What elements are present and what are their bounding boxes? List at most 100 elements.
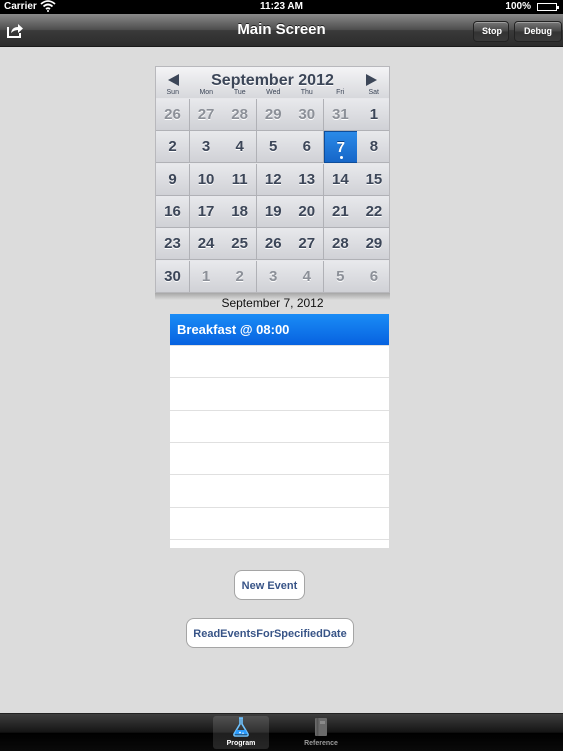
calendar-day-number: 16 (164, 202, 181, 220)
tab-program[interactable]: Program (213, 716, 269, 749)
calendar-day[interactable]: 4 (223, 131, 258, 164)
calendar-day[interactable]: 12 (256, 163, 291, 196)
empty-row[interactable] (170, 443, 389, 476)
calendar-day[interactable]: 30 (290, 99, 325, 131)
calendar-day[interactable]: 29 (357, 228, 389, 261)
calendar-day[interactable]: 27 (189, 99, 224, 131)
calendar-day-number: 31 (332, 106, 349, 123)
calendar-day[interactable]: 24 (189, 228, 224, 261)
debug-button[interactable]: Debug (514, 21, 562, 42)
weekday-label: Sat (368, 89, 379, 96)
calendar-day[interactable]: 25 (223, 228, 258, 261)
calendar-day-number: 5 (336, 267, 345, 285)
empty-row[interactable] (170, 379, 389, 411)
calendar-day[interactable]: 20 (290, 195, 325, 228)
calendar-day[interactable]: 9 (156, 163, 190, 196)
weekday-label: Mon (199, 89, 214, 96)
battery-icon (537, 3, 559, 11)
calendar-day[interactable]: 19 (256, 195, 291, 228)
battery-percent: 100% (505, 1, 531, 12)
calendar-day-number: 12 (264, 170, 282, 188)
calendar-day-number: 3 (201, 138, 211, 156)
calendar-day-number: 28 (231, 106, 248, 123)
calendar-day-number: 14 (332, 170, 349, 188)
calendar-day[interactable]: 15 (357, 163, 389, 196)
calendar-day[interactable]: 31 (323, 99, 358, 131)
next-month-arrow-icon[interactable] (366, 74, 377, 86)
calendar-day-number: 10 (197, 170, 215, 188)
tab-reference[interactable]: Reference (293, 716, 349, 749)
calendar-day-number: 7 (336, 139, 346, 157)
calendar-day-number: 6 (369, 267, 379, 285)
calendar-day[interactable]: 5 (256, 131, 291, 164)
empty-row[interactable] (170, 411, 389, 443)
calendar-day-number: 9 (168, 170, 177, 188)
calendar-day[interactable]: 14 (323, 163, 358, 196)
calendar-day[interactable]: 26 (156, 99, 190, 131)
calendar-day[interactable]: 6 (290, 131, 325, 164)
calendar-day[interactable]: 29 (256, 99, 291, 131)
calendar-day[interactable]: 2 (223, 260, 258, 292)
event-label: Breakfast @ 08:00 (177, 322, 290, 337)
calendar-day[interactable]: 2 (156, 131, 190, 164)
calendar-day-number: 13 (298, 170, 316, 188)
calendar-day[interactable]: 13 (290, 163, 325, 196)
event-row[interactable]: Breakfast @ 08:00 (170, 314, 389, 346)
calendar-day-number: 6 (302, 138, 311, 156)
empty-row[interactable] (170, 476, 389, 508)
calendar-day[interactable]: 1 (189, 260, 224, 292)
calendar-day-number: 2 (168, 138, 177, 156)
calendar-day-number: 26 (264, 235, 282, 253)
calendar-day[interactable]: 18 (223, 195, 258, 228)
calendar-day[interactable]: 26 (256, 228, 291, 261)
calendar-day-number: 30 (164, 267, 181, 285)
event-dot-icon (339, 156, 343, 160)
calendar-day-number: 1 (201, 267, 211, 285)
calendar-day-number: 22 (365, 202, 383, 220)
calendar-day[interactable]: 28 (323, 228, 358, 261)
empty-row[interactable] (170, 508, 389, 540)
calendar-day[interactable]: 5 (323, 260, 358, 292)
calendar-day-number: 24 (197, 235, 215, 253)
calendar-day[interactable]: 16 (156, 195, 190, 228)
event-list[interactable]: Breakfast @ 08:00 (170, 314, 389, 548)
calendar-header: September 2012 Sun Mon Tue Wed Thu Fri Sat (156, 67, 389, 98)
calendar-day-number: 27 (197, 106, 215, 123)
empty-row[interactable] (170, 540, 389, 548)
calendar-day[interactable]: 28 (223, 99, 258, 131)
calendar-day-number: 20 (298, 202, 316, 220)
calendar-day[interactable]: 22 (357, 195, 389, 228)
calendar-day[interactable]: 11 (223, 163, 258, 196)
calendar-day[interactable]: 3 (256, 260, 291, 292)
calendar-day-number: 11 (231, 170, 248, 188)
calendar-day[interactable]: 7 (323, 131, 358, 164)
calendar-day[interactable]: 17 (189, 195, 224, 228)
read-events-button[interactable]: ReadEventsForSpecifiedDate (186, 618, 354, 648)
tab-program-label: Program (226, 740, 256, 747)
calendar-day-number: 2 (235, 267, 244, 285)
calendar-day[interactable]: 1 (357, 99, 389, 131)
calendar-day-number: 5 (269, 138, 278, 156)
calendar-day[interactable]: 4 (290, 260, 325, 292)
calendar-day-number: 4 (235, 138, 244, 156)
calendar-day[interactable]: 30 (156, 260, 190, 292)
calendar-day-number: 23 (164, 235, 181, 253)
calendar-day[interactable]: 27 (290, 228, 325, 261)
navigation-bar: Main Screen Stop Debug (0, 14, 563, 47)
calendar-day[interactable]: 3 (189, 131, 224, 164)
calendar-month-title: September 2012 (211, 72, 334, 89)
weekday-label: Tue (233, 89, 246, 96)
calendar-day-number: 17 (197, 202, 215, 220)
calendar-day[interactable]: 21 (323, 195, 358, 228)
stop-button[interactable]: Stop (473, 21, 509, 42)
empty-row[interactable] (170, 346, 389, 379)
calendar-view: September 2012 Sun Mon Tue Wed Thu Fri Sat 26 2… (155, 66, 390, 293)
calendar-day[interactable]: 6 (357, 260, 389, 292)
clock: 11:23 AM (260, 1, 303, 12)
calendar-day[interactable]: 23 (156, 228, 190, 261)
calendar-day-number: 8 (369, 138, 379, 156)
new-event-button[interactable]: New Event (234, 570, 305, 600)
weekday-label: Sun (166, 89, 179, 96)
calendar-day[interactable]: 10 (189, 163, 224, 196)
calendar-day[interactable]: 8 (357, 131, 389, 164)
